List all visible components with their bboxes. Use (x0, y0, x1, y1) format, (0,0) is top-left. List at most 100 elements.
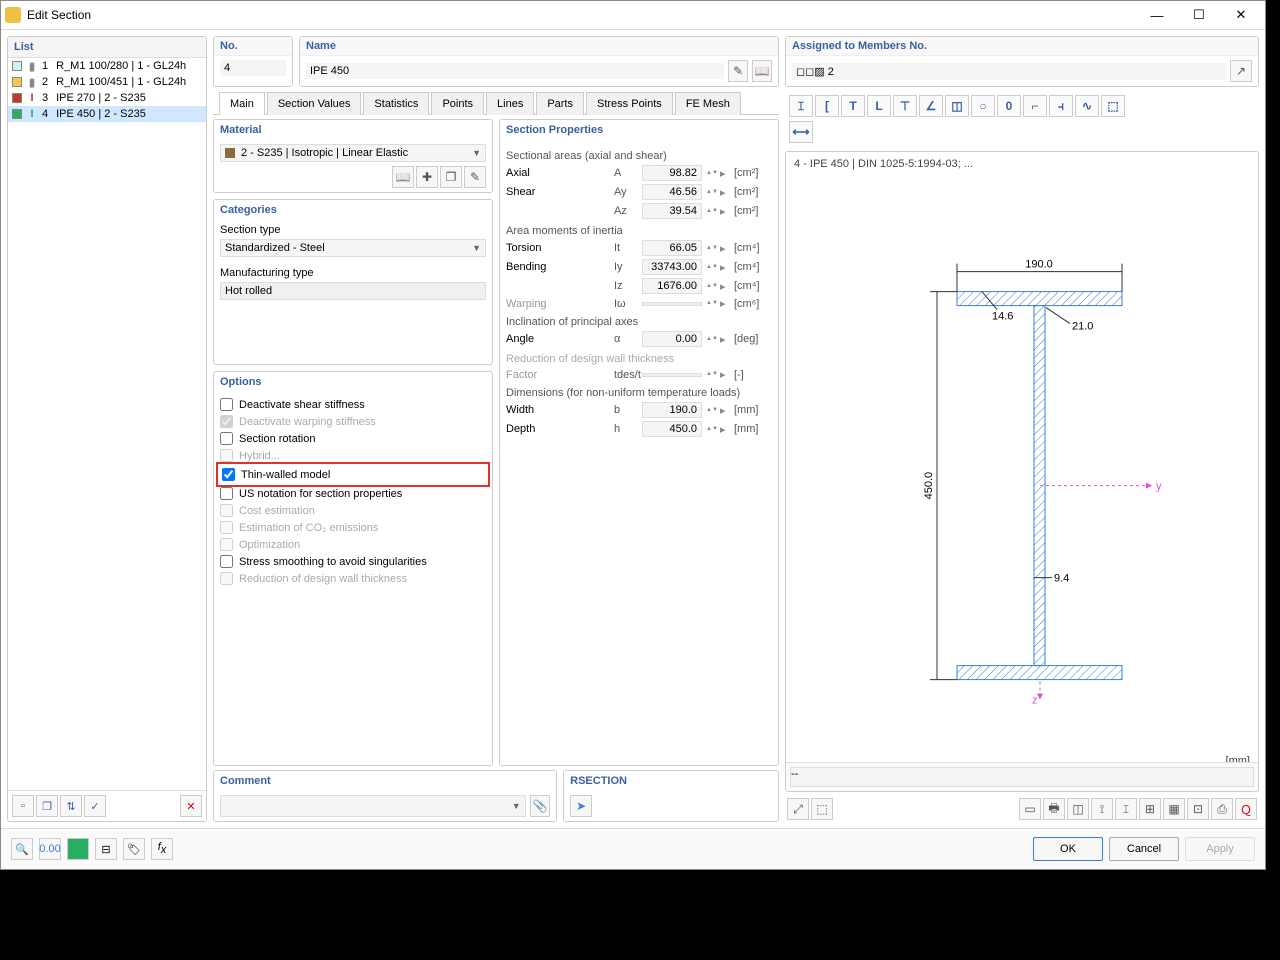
pv-tool-8[interactable]: ⊞ (1139, 798, 1161, 820)
shape-icon-11[interactable]: ∿ (1075, 95, 1099, 117)
shape-icon-8[interactable]: 0 (997, 95, 1021, 117)
name-input[interactable] (306, 63, 724, 79)
ok-button[interactable]: OK (1033, 837, 1103, 861)
prop-group: Dimensions (for non-uniform temperature … (506, 387, 772, 399)
shape-icon-10[interactable]: ⫞ (1049, 95, 1073, 117)
prop-value[interactable]: 66.05 (642, 240, 702, 256)
maximize-button[interactable]: ☐ (1179, 2, 1219, 28)
option-deactivate-shear-stiffness[interactable]: Deactivate shear stiffness (220, 396, 486, 413)
option-thin-walled-model[interactable]: Thin-walled model (222, 466, 484, 483)
copy-icon[interactable]: ❐ (36, 795, 58, 817)
option-stress-smoothing-to-avoid-singularities[interactable]: Stress smoothing to avoid singularities (220, 553, 486, 570)
tree-icon[interactable]: ⊟ (95, 838, 117, 860)
prop-value[interactable]: 1676.00 (642, 278, 702, 294)
number-field: No. (213, 36, 293, 87)
shape-icon-3[interactable]: L (867, 95, 891, 117)
prop-value[interactable]: 450.0 (642, 421, 702, 437)
prop-row: Depthh 450.0 ▲▼▸[mm] (506, 421, 772, 437)
pv-tool-7[interactable]: 𝙸 (1115, 798, 1137, 820)
prop-value[interactable]: 46.56 (642, 184, 702, 200)
option-us-notation-for-section-properties[interactable]: US notation for section properties (220, 485, 486, 502)
list-item[interactable]: I 3IPE 270 | 2 - S235 (8, 90, 206, 106)
shape-icon-2[interactable]: T (841, 95, 865, 117)
tab-parts[interactable]: Parts (536, 92, 584, 115)
pv-tool-2[interactable]: ⬚ (811, 798, 833, 820)
chevron-down-icon: ▼ (472, 148, 481, 158)
footer: 🔍 0.00 ⊟ 🏷 fx OK Cancel Apply (1, 828, 1265, 869)
pv-tool-11[interactable]: ⎙ (1211, 798, 1233, 820)
pv-tool-5[interactable]: ◫ (1067, 798, 1089, 820)
shape-icon-4[interactable]: ⊤ (893, 95, 917, 117)
pv-tool-10[interactable]: ⊡ (1187, 798, 1209, 820)
edit-name-icon[interactable]: ✎ (728, 60, 748, 82)
tab-section-values[interactable]: Section Values (267, 92, 362, 115)
shape-icon-7[interactable]: ○ (971, 95, 995, 117)
prop-value[interactable] (642, 302, 702, 306)
library-icon[interactable]: 📖 (752, 60, 772, 82)
close-button[interactable]: ✕ (1221, 2, 1261, 28)
section-type-select[interactable]: Standardized - Steel▼ (220, 239, 486, 257)
delete-icon[interactable]: ✕ (180, 795, 202, 817)
tab-lines[interactable]: Lines (486, 92, 534, 115)
prop-value[interactable] (642, 373, 702, 377)
apply-button[interactable]: Apply (1185, 837, 1255, 861)
material-new-icon[interactable]: ✚ (416, 166, 438, 188)
prop-value[interactable]: 39.54 (642, 203, 702, 219)
fx-icon[interactable]: fx (151, 838, 173, 860)
tab-points[interactable]: Points (431, 92, 484, 115)
shape-icon-5[interactable]: ∠ (919, 95, 943, 117)
option-optimization: Optimization (220, 536, 486, 553)
units-icon[interactable]: 0.00 (39, 838, 61, 860)
window-title: Edit Section (27, 8, 1137, 22)
shape-icon-1[interactable]: [ (815, 95, 839, 117)
rsection-icon[interactable]: ➤ (570, 795, 592, 817)
material-select[interactable]: 2 - S235 | Isotropic | Linear Elastic ▼ (220, 144, 486, 162)
prop-group: Sectional areas (axial and shear) (506, 150, 772, 162)
name-field: Name ✎ 📖 (299, 36, 779, 87)
comment-input[interactable]: ▼ (220, 795, 526, 817)
new-icon[interactable]: ▫ (12, 795, 34, 817)
comment-attach-icon[interactable]: 📎 (530, 795, 550, 817)
list-item[interactable]: I 4IPE 450 | 2 - S235 (8, 106, 206, 122)
number-input[interactable] (220, 60, 286, 76)
material-copy-icon[interactable]: ❐ (440, 166, 462, 188)
prop-value[interactable]: 33743.00 (642, 259, 702, 275)
sort-icon[interactable]: ⇅ (60, 795, 82, 817)
shape-icon-0[interactable]: 𝙸 (789, 95, 813, 117)
cancel-button[interactable]: Cancel (1109, 837, 1179, 861)
option-section-rotation[interactable]: Section rotation (220, 430, 486, 447)
shape-icon-6[interactable]: ◫ (945, 95, 969, 117)
prop-value[interactable]: 98.82 (642, 165, 702, 181)
tab-main[interactable]: Main (219, 92, 265, 115)
check-icon[interactable]: ✓ (84, 795, 106, 817)
tag-icon[interactable]: 🏷 (123, 838, 145, 860)
assigned-value[interactable]: ◻◻▨ 2 (792, 63, 1226, 80)
section-list[interactable]: ▮ 1R_M1 100/280 | 1 - GL24h ▮ 2R_M1 100/… (8, 58, 206, 790)
prop-value[interactable]: 190.0 (642, 402, 702, 418)
pv-tool-6[interactable]: ⟟ (1091, 798, 1113, 820)
color-icon[interactable] (67, 838, 89, 860)
minimize-button[interactable]: — (1137, 2, 1177, 28)
pv-tool-1[interactable]: ⤢ (787, 798, 809, 820)
prop-row: ShearAy 46.56 ▲▼▸[cm²] (506, 184, 772, 200)
section-properties-panel: Section Properties Sectional areas (axia… (499, 119, 779, 766)
preview-select[interactable]: -- (790, 767, 1254, 787)
comment-panel: Comment ▼ 📎 (213, 770, 557, 822)
tab-fe-mesh[interactable]: FE Mesh (675, 92, 741, 115)
pv-tool-3[interactable]: ▭ (1019, 798, 1041, 820)
pv-tool-9[interactable]: ▦ (1163, 798, 1185, 820)
pv-tool-4[interactable]: 🖶 (1043, 798, 1065, 820)
prop-value[interactable]: 0.00 (642, 331, 702, 347)
tab-statistics[interactable]: Statistics (363, 92, 429, 115)
pv-tool-reset[interactable]: Ｑ (1235, 798, 1257, 820)
shape-icon-12[interactable]: ⬚ (1101, 95, 1125, 117)
list-item[interactable]: ▮ 2R_M1 100/451 | 1 - GL24h (8, 74, 206, 90)
list-item[interactable]: ▮ 1R_M1 100/280 | 1 - GL24h (8, 58, 206, 74)
help-icon[interactable]: 🔍 (11, 838, 33, 860)
material-lib-icon[interactable]: 📖 (392, 166, 414, 188)
shape-icon-9[interactable]: ⌐ (1023, 95, 1047, 117)
material-edit-icon[interactable]: ✎ (464, 166, 486, 188)
tab-stress-points[interactable]: Stress Points (586, 92, 673, 115)
dim-toggle-icon[interactable]: ⟷ (789, 121, 813, 143)
pick-members-icon[interactable]: ↗ (1230, 60, 1252, 82)
